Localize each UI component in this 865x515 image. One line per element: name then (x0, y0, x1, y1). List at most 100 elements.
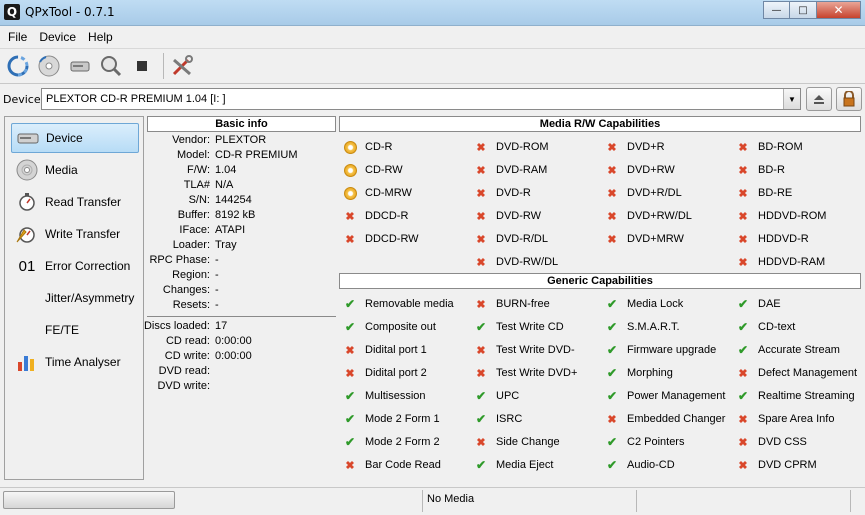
supported-icon (605, 343, 619, 357)
capability-label: CD-MRW (365, 187, 412, 199)
stop-icon[interactable] (128, 52, 156, 80)
capability-item: UPC (474, 386, 519, 406)
info-value: - (215, 269, 219, 281)
unsupported-icon (736, 163, 750, 177)
info-value: PLEXTOR (215, 134, 267, 146)
capability-label: Multisession (365, 390, 426, 402)
capability-label: Composite out (365, 321, 436, 333)
info-row: DVD read: (147, 365, 336, 380)
capability-label: HDDVD-R (758, 233, 809, 245)
supported-icon (736, 389, 750, 403)
unsupported-icon (736, 412, 750, 426)
capability-item: S.M.A.R.T. (605, 317, 680, 337)
capability-item: DVD+RW (605, 160, 675, 180)
capability-label: Didital port 1 (365, 344, 427, 356)
capability-item: Didital port 1 (343, 340, 427, 360)
tools-icon[interactable] (168, 52, 196, 80)
unsupported-icon (736, 435, 750, 449)
capability-item: Side Change (474, 432, 560, 452)
nav-item-media[interactable]: Media (11, 155, 139, 185)
nav-item-write-transfer[interactable]: Write Transfer (11, 219, 139, 249)
capability-item: DVD CPRM (736, 455, 817, 475)
unsupported-icon (343, 343, 357, 357)
capability-item: BD-RE (736, 183, 792, 203)
capability-label: UPC (496, 390, 520, 402)
device-select[interactable]: PLEXTOR CD-R PREMIUM 1.04 [I: ] ▼ (41, 88, 801, 110)
capability-item: Test Write DVD- (474, 340, 575, 360)
capability-item: DVD+R (605, 137, 665, 157)
info-row: Loader: Tray (147, 239, 336, 254)
supported-icon (474, 320, 488, 334)
capability-label: ISRC (496, 413, 523, 425)
nav-item-jitter-asymmetry[interactable]: Jitter/Asymmetry (11, 283, 139, 313)
capability-item: ISRC (474, 409, 522, 429)
info-key: RPC Phase: (149, 254, 210, 266)
supported-icon (474, 389, 488, 403)
capability-item: Composite out (343, 317, 436, 337)
nav-item-device[interactable]: Device (11, 123, 139, 153)
info-row: Changes: - (147, 284, 336, 299)
refresh-icon[interactable] (4, 52, 32, 80)
capability-label: DDCD-R (365, 210, 409, 222)
capability-item: Didital port 2 (343, 363, 427, 383)
capability-item: Test Write CD (474, 317, 564, 337)
capability-item: Removable media (343, 294, 454, 314)
drive-icon[interactable] (66, 52, 94, 80)
capability-item: DVD+RW/DL (605, 206, 692, 226)
lock-button[interactable] (836, 87, 862, 111)
capability-label: DVD-RW/DL (496, 256, 559, 268)
info-row: CD read: 0:00:00 (147, 335, 336, 350)
unsupported-icon (474, 366, 488, 380)
capability-item: DVD CSS (736, 432, 807, 452)
close-button[interactable]: ✕ (817, 1, 861, 19)
left-nav: Device Media Read Transfer Write Transfe… (4, 116, 144, 480)
capability-label: Mode 2 Form 2 (365, 436, 440, 448)
menu-file[interactable]: File (2, 30, 33, 44)
unsupported-icon (736, 140, 750, 154)
app-icon[interactable]: Q (4, 4, 20, 20)
capability-item: Realtime Streaming (736, 386, 855, 406)
nav-item-label: Jitter/Asymmetry (45, 291, 135, 305)
info-value: 17 (215, 320, 228, 332)
capability-label: DVD+RW/DL (627, 210, 692, 222)
info-key: Changes: (162, 284, 210, 296)
info-row: RPC Phase: - (147, 254, 336, 269)
capability-label: Bar Code Read (365, 459, 441, 471)
capability-item: DVD-R/DL (474, 229, 548, 249)
status-bar: No Media (0, 487, 865, 515)
nav-item-time-analyser[interactable]: Time Analyser (11, 347, 139, 377)
unsupported-icon (605, 209, 619, 223)
maximize-button[interactable]: □ (790, 1, 817, 19)
nav-item-read-transfer[interactable]: Read Transfer (11, 187, 139, 217)
capability-label: CD-R (365, 141, 393, 153)
chevron-down-icon[interactable]: ▼ (783, 89, 800, 109)
capability-item: Test Write DVD+ (474, 363, 577, 383)
drive-icon (16, 126, 40, 150)
capability-label: DVD-R (496, 187, 531, 199)
info-key: IFace: (179, 224, 210, 236)
info-divider (147, 316, 336, 317)
capability-item: Mode 2 Form 1 (343, 409, 440, 429)
capability-item: Embedded Changer (605, 409, 725, 429)
disc-icon (343, 186, 357, 200)
capability-label: Morphing (627, 367, 673, 379)
nav-item-fe-te[interactable]: FE/TE (11, 315, 139, 345)
magnify-icon[interactable] (97, 52, 125, 80)
capability-label: Media Eject (496, 459, 554, 471)
capability-label: Firmware upgrade (627, 344, 717, 356)
supported-icon (474, 412, 488, 426)
nav-item-error-correction[interactable]: 01 Error Correction (11, 251, 139, 281)
eject-button[interactable] (806, 87, 832, 111)
menu-bar: File Device Help (0, 26, 865, 48)
supported-icon (343, 320, 357, 334)
menu-help[interactable]: Help (82, 30, 119, 44)
info-key: Loader: (172, 239, 210, 251)
info-row: S/N: 144254 (147, 194, 336, 209)
supported-icon (736, 343, 750, 357)
capability-label: Realtime Streaming (758, 390, 855, 402)
info-row: Region: - (147, 269, 336, 284)
minimize-button[interactable]: — (763, 1, 790, 19)
info-row: Buffer: 8192 kB (147, 209, 336, 224)
menu-device[interactable]: Device (33, 30, 82, 44)
disc-scan-icon[interactable] (35, 52, 63, 80)
